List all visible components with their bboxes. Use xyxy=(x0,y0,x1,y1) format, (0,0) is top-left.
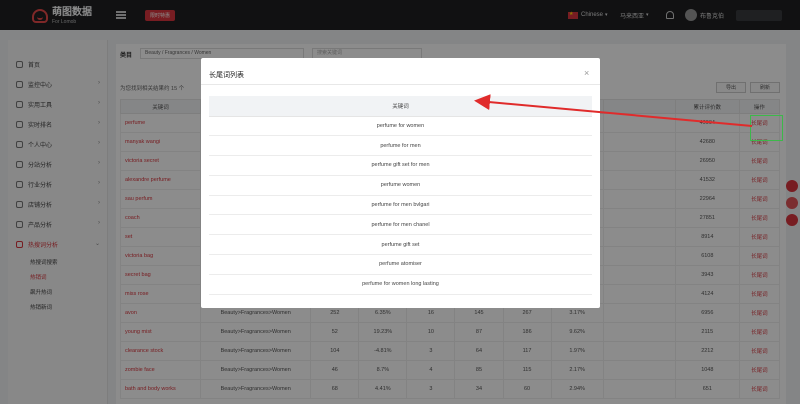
longtail-keyword[interactable]: perfume gift set xyxy=(209,234,592,256)
longtail-modal: 长尾词列表 × 关键词 perfume for women perfume for… xyxy=(201,58,600,308)
close-icon[interactable]: × xyxy=(584,68,589,78)
longtail-keyword[interactable]: perfume for women xyxy=(209,116,592,137)
column-header-keyword: 关键词 xyxy=(209,96,592,117)
list-item: perfume for men bvlgari xyxy=(209,195,592,216)
list-item: perfume for men chanel xyxy=(209,214,592,236)
longtail-keyword[interactable]: perfume for women long lasting xyxy=(209,274,592,295)
highlight-box xyxy=(750,115,783,141)
longtail-keyword[interactable]: perfume women xyxy=(209,175,592,196)
list-item: perfume gift set for men xyxy=(209,155,592,176)
list-item: perfume women xyxy=(209,175,592,196)
longtail-keyword[interactable]: perfume for men xyxy=(209,135,592,157)
longtail-keyword[interactable]: perfume atomiser xyxy=(209,254,592,275)
list-item: perfume for women long lasting xyxy=(209,274,592,295)
modal-title: 长尾词列表 xyxy=(209,72,244,79)
longtail-keyword[interactable]: perfume for men bvlgari xyxy=(209,195,592,216)
list-item: perfume atomiser xyxy=(209,254,592,275)
list-item: perfume for men xyxy=(209,135,592,157)
longtail-keyword[interactable]: perfume gift set for men xyxy=(209,155,592,176)
list-item: perfume gift set xyxy=(209,234,592,256)
divider xyxy=(201,84,600,85)
list-item: perfume for women xyxy=(209,116,592,137)
longtail-keyword[interactable]: perfume for men chanel xyxy=(209,214,592,236)
longtail-keywords-table: 关键词 perfume for women perfume for men perf… xyxy=(209,96,592,295)
